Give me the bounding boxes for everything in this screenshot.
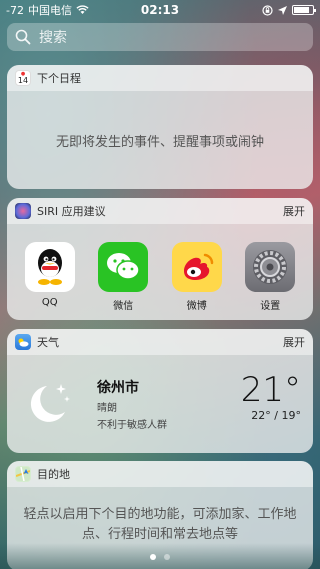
clear-night-moon-icon xyxy=(30,384,70,422)
weather-widget[interactable]: 天气 展开 徐州市 晴朗 不利于敏感人群 21° 22° / 19° xyxy=(7,329,313,453)
signal-strength: -72 xyxy=(6,3,24,17)
page-dot xyxy=(164,554,170,560)
app-settings[interactable]: 设置 xyxy=(243,242,297,312)
settings-icon xyxy=(245,242,296,292)
app-label: QQ xyxy=(41,297,58,308)
up-next-widget[interactable]: ● 14 下个日程 无即将发生的事件、提醒事项或闹钟 xyxy=(7,65,313,189)
app-label: 微信 xyxy=(113,301,134,312)
app-label: 设置 xyxy=(260,301,281,312)
app-wechat[interactable]: 微信 xyxy=(96,242,150,312)
location-arrow-icon xyxy=(278,5,287,15)
expand-button[interactable]: 展开 xyxy=(283,334,305,350)
app-label: 微博 xyxy=(186,301,207,312)
search-bar[interactable]: 搜索 xyxy=(7,23,313,51)
search-icon xyxy=(15,29,31,45)
widget-title: 下个日程 xyxy=(37,72,81,85)
weather-app-icon xyxy=(15,334,31,350)
carrier-name: 中国电信 xyxy=(27,4,72,17)
app-qq[interactable]: QQ xyxy=(23,242,77,312)
air-quality-note: 不利于敏感人群 xyxy=(97,420,167,431)
qq-icon xyxy=(24,242,75,292)
page-indicator[interactable] xyxy=(0,554,320,560)
calendar-icon-day: 14 xyxy=(17,75,29,85)
current-temperature: 21° xyxy=(240,370,301,410)
calendar-icon: ● 14 xyxy=(15,70,31,86)
app-weibo[interactable]: 微博 xyxy=(170,242,224,312)
status-bar: -72 中国电信 02:13 xyxy=(0,0,320,20)
city-name: 徐州市 xyxy=(97,380,139,396)
wechat-icon xyxy=(98,242,149,292)
battery-icon xyxy=(292,5,316,15)
rotation-lock-icon xyxy=(262,4,273,16)
weather-condition: 晴朗 xyxy=(97,403,117,414)
search-placeholder: 搜索 xyxy=(39,30,67,46)
empty-message: 无即将发生的事件、提醒事项或闹钟 xyxy=(55,134,264,150)
widget-title: 目的地 xyxy=(37,468,70,481)
siri-icon xyxy=(15,203,31,219)
widget-title: 天气 xyxy=(37,336,59,349)
weibo-icon xyxy=(171,242,222,292)
temperature-range: 22° / 19° xyxy=(251,409,301,422)
siri-app-suggestions-widget: SIRI 应用建议 展开 QQ 微信 微博 设置 xyxy=(7,198,313,320)
page-dot-active xyxy=(150,554,156,560)
widget-title: SIRI 应用建议 xyxy=(37,205,106,218)
expand-button[interactable]: 展开 xyxy=(283,203,305,219)
destinations-message: 轻点以启用下个目的地功能，可添加家、工作地点、行程时间和常去地点等 xyxy=(23,507,297,542)
maps-icon xyxy=(15,466,31,482)
wifi-icon xyxy=(76,5,89,14)
